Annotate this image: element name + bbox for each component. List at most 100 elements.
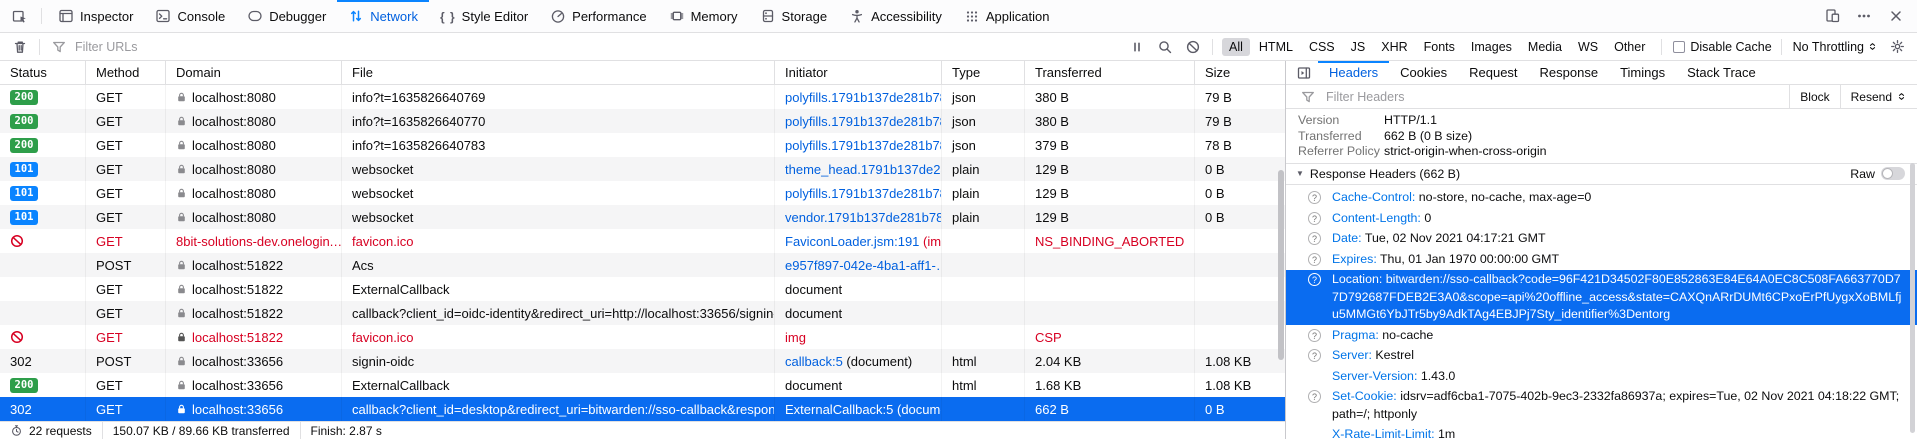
filter-pill-xhr[interactable]: XHR xyxy=(1374,38,1414,56)
column-header-method[interactable]: Method xyxy=(86,61,166,85)
panel-scrollbar[interactable] xyxy=(1910,163,1915,433)
column-header-type[interactable]: Type xyxy=(942,61,1025,85)
header-row[interactable]: Server-Version: 1.43.0 xyxy=(1286,366,1917,387)
initiator-link[interactable]: e957f897-042e-4ba1-aff1-… xyxy=(785,258,942,273)
request-row[interactable]: 302GETlocalhost:33656callback?client_id=… xyxy=(0,397,1285,421)
filter-pill-js[interactable]: JS xyxy=(1344,38,1373,56)
header-row[interactable]: ?Cache-Control: no-store, no-cache, max-… xyxy=(1286,188,1917,209)
header-row[interactable]: ?Pragma: no-cache xyxy=(1286,325,1917,346)
initiator-link[interactable]: polyfills.1791b137de281b787… xyxy=(785,90,942,105)
header-row[interactable]: ?Location: bitwarden://sso-callback?code… xyxy=(1286,270,1917,326)
column-header-file[interactable]: File xyxy=(342,61,775,85)
request-row[interactable]: 200GETlocalhost:8080info?t=1635826640783… xyxy=(0,133,1285,157)
help-icon[interactable]: ? xyxy=(1308,212,1321,225)
meatball-menu-icon[interactable] xyxy=(1849,8,1879,24)
response-headers-section[interactable]: ▼ Response Headers (662 B) Raw xyxy=(1286,163,1917,185)
tab-performance[interactable]: Performance xyxy=(539,0,657,32)
tab-console[interactable]: Console xyxy=(144,0,236,32)
tab-accessibility[interactable]: Accessibility xyxy=(838,0,953,32)
header-row[interactable]: X-Rate-Limit-Limit: 1m xyxy=(1286,425,1917,439)
initiator-link[interactable]: vendor.1791b137de281b787… xyxy=(785,210,942,225)
request-row[interactable]: 302POSTlocalhost:33656signin-oidccallbac… xyxy=(0,349,1285,373)
tab-memory[interactable]: Memory xyxy=(658,0,749,32)
details-tab-headers[interactable]: Headers xyxy=(1318,61,1389,84)
raw-toggle[interactable] xyxy=(1881,167,1905,180)
filter-urls-input[interactable]: Filter URLs xyxy=(75,40,138,54)
tab-network[interactable]: Network xyxy=(337,0,429,32)
help-icon[interactable]: ? xyxy=(1308,273,1321,286)
column-header-status[interactable]: Status xyxy=(0,61,86,85)
request-row[interactable]: GETlocalhost:51822favicon.icoimgCSP xyxy=(0,325,1285,349)
disable-cache-checkbox[interactable] xyxy=(1673,41,1685,53)
toggle-panel-icon[interactable] xyxy=(1290,61,1318,84)
column-header-transferred[interactable]: Transferred xyxy=(1025,61,1195,85)
request-row[interactable]: GETlocalhost:51822ExternalCallbackdocume… xyxy=(0,277,1285,301)
filter-pill-css[interactable]: CSS xyxy=(1302,38,1342,56)
tab-debugger[interactable]: Debugger xyxy=(236,0,337,32)
help-icon[interactable]: ? xyxy=(1308,191,1321,204)
filter-pill-fonts[interactable]: Fonts xyxy=(1417,38,1462,56)
disable-cache-label[interactable]: Disable Cache xyxy=(1690,40,1771,54)
request-row[interactable]: 101GETlocalhost:8080websocketpolyfills.1… xyxy=(0,181,1285,205)
network-settings-gear-icon[interactable] xyxy=(1884,39,1911,54)
tab-inspector[interactable]: Inspector xyxy=(47,0,144,32)
pick-element-icon[interactable] xyxy=(4,0,36,32)
help-icon[interactable]: ? xyxy=(1308,349,1321,362)
request-row[interactable]: 200GETlocalhost:33656ExternalCallbackdoc… xyxy=(0,373,1285,397)
tab-style-editor[interactable]: { }Style Editor xyxy=(429,0,539,32)
filter-pill-html[interactable]: HTML xyxy=(1252,38,1300,56)
tab-storage[interactable]: Storage xyxy=(749,0,839,32)
search-icon[interactable] xyxy=(1151,39,1179,55)
cell-initiator: vendor.1791b137de281b787… xyxy=(775,205,942,229)
throttling-select[interactable]: No Throttling xyxy=(1787,40,1884,54)
filter-pill-ws[interactable]: WS xyxy=(1571,38,1605,56)
header-row[interactable]: ?Server: Kestrel xyxy=(1286,346,1917,367)
request-row[interactable]: 101GETlocalhost:8080websocketvendor.1791… xyxy=(0,205,1285,229)
help-icon[interactable]: ? xyxy=(1308,232,1321,245)
help-icon[interactable]: ? xyxy=(1308,390,1321,403)
transferred-label: 129 B xyxy=(1035,162,1069,177)
clear-requests-icon[interactable] xyxy=(6,39,34,55)
request-row[interactable]: GET8bit-solutions-dev.onelogin.…favicon.… xyxy=(0,229,1285,253)
header-row[interactable]: ?Expires: Thu, 01 Jan 1970 00:00:00 GMT xyxy=(1286,249,1917,270)
request-list-scrollbar[interactable] xyxy=(1278,170,1284,360)
request-row[interactable]: POSTlocalhost:51822Acse957f897-042e-4ba1… xyxy=(0,253,1285,277)
column-header-size[interactable]: Size xyxy=(1195,61,1285,85)
initiator-link[interactable]: theme_head.1791b137de281… xyxy=(785,162,942,177)
tab-application[interactable]: Application xyxy=(953,0,1061,32)
header-row[interactable]: ?Content-Length: 0 xyxy=(1286,208,1917,229)
help-icon[interactable]: ? xyxy=(1308,329,1321,342)
responsive-design-mode-icon[interactable] xyxy=(1817,8,1847,24)
request-row[interactable]: GETlocalhost:51822callback?client_id=oid… xyxy=(0,301,1285,325)
pause-recording-icon[interactable] xyxy=(1123,39,1151,55)
initiator-link[interactable]: polyfills.1791b137de281b787… xyxy=(785,186,942,201)
tab-label: Storage xyxy=(782,9,828,24)
details-tab-cookies[interactable]: Cookies xyxy=(1389,61,1458,84)
initiator-link[interactable]: polyfills.1791b137de281b787… xyxy=(785,138,942,153)
column-header-domain[interactable]: Domain xyxy=(166,61,342,85)
request-row[interactable]: 101GETlocalhost:8080websockettheme_head.… xyxy=(0,157,1285,181)
details-tab-response[interactable]: Response xyxy=(1529,61,1610,84)
initiator-link[interactable]: FaviconLoader.jsm:191 xyxy=(785,234,919,249)
filter-pill-all[interactable]: All xyxy=(1222,38,1250,56)
close-icon[interactable] xyxy=(1881,8,1911,24)
header-row[interactable]: ?Set-Cookie: idsrv=adf6cba1-7075-402b-9e… xyxy=(1286,387,1917,425)
initiator-link[interactable]: callback:5 xyxy=(785,354,843,369)
request-row[interactable]: 200GETlocalhost:8080info?t=1635826640769… xyxy=(0,85,1285,109)
details-tab-stack-trace[interactable]: Stack Trace xyxy=(1676,61,1767,84)
filter-pill-other[interactable]: Other xyxy=(1607,38,1652,56)
block-button[interactable]: Block xyxy=(1789,85,1839,108)
help-icon[interactable]: ? xyxy=(1308,253,1321,266)
filter-headers-input[interactable]: Filter Headers xyxy=(1326,90,1405,104)
details-tab-timings[interactable]: Timings xyxy=(1609,61,1676,84)
column-header-initiator[interactable]: Initiator xyxy=(775,61,942,85)
header-row[interactable]: ?Date: Tue, 02 Nov 2021 04:17:21 GMT xyxy=(1286,229,1917,250)
resend-button[interactable]: Resend xyxy=(1840,85,1917,108)
request-row[interactable]: 200GETlocalhost:8080info?t=1635826640770… xyxy=(0,109,1285,133)
initiator-link[interactable]: polyfills.1791b137de281b787… xyxy=(785,114,942,129)
filter-pill-media[interactable]: Media xyxy=(1521,38,1569,56)
cell-transferred xyxy=(1025,301,1195,325)
filter-pill-images[interactable]: Images xyxy=(1464,38,1519,56)
block-requests-icon[interactable] xyxy=(1179,39,1207,55)
details-tab-request[interactable]: Request xyxy=(1458,61,1528,84)
